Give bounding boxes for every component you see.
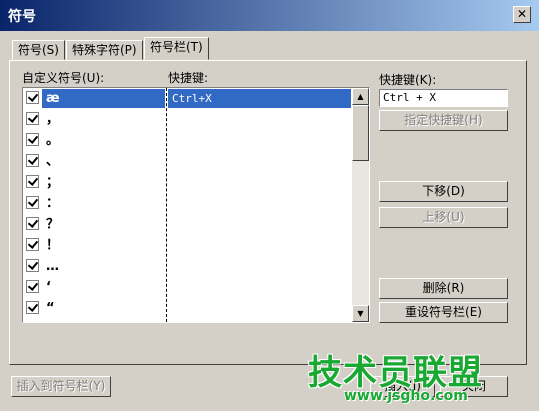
symbol-list[interactable]: æ Ctrl+X ， 。、 ； ： ？ ！ … ‘ “ ▲ ▼ xyxy=(22,87,370,323)
checkbox[interactable] xyxy=(26,91,39,104)
symbol-row[interactable]: ？ xyxy=(23,214,351,235)
checkbox[interactable] xyxy=(26,217,39,230)
symbol-cell: ！ xyxy=(46,238,60,253)
symbol-cell: ： xyxy=(46,196,60,211)
checkbox[interactable] xyxy=(26,259,39,272)
shortcut-cell xyxy=(168,236,351,255)
symbol-cell: 。 xyxy=(46,133,60,148)
checkbox[interactable] xyxy=(26,280,39,293)
title-bar: 符号 ✕ xyxy=(0,0,539,31)
symbol-cell: “ xyxy=(46,301,55,316)
symbol-row[interactable]: ！ xyxy=(23,235,351,256)
shortcut-cell xyxy=(168,152,351,171)
shortcut-cell xyxy=(168,110,351,129)
shortcut-cell xyxy=(168,278,351,297)
symbol-row[interactable]: ‘ xyxy=(23,277,351,298)
tab-symbols[interactable]: 符号(S) xyxy=(12,40,65,60)
delete-button[interactable]: 删除(R) xyxy=(379,278,508,299)
symbol-cell: æ xyxy=(42,89,165,108)
checkbox[interactable] xyxy=(26,196,39,209)
symbol-cell: ， xyxy=(46,112,60,127)
window-title: 符号 xyxy=(8,9,36,25)
assign-shortcut-button[interactable]: 指定快捷键(H) xyxy=(379,110,508,131)
shortcut-cell: Ctrl+X xyxy=(168,89,351,108)
tab-special-characters[interactable]: 特殊字符(P) xyxy=(66,40,143,60)
symbol-row[interactable]: “ xyxy=(23,298,351,319)
insert-to-symbol-bar-button[interactable]: 插入到符号栏(Y) xyxy=(11,376,111,397)
watermark-logo: 技术员联盟 www.jsgho.com xyxy=(308,345,508,407)
close-icon[interactable]: ✕ xyxy=(513,6,531,23)
vertical-scrollbar[interactable]: ▲ ▼ xyxy=(352,88,369,322)
shortcut-cell xyxy=(168,257,351,276)
symbol-row[interactable]: 、 xyxy=(23,151,351,172)
symbol-cell: 、 xyxy=(46,154,60,169)
checkbox[interactable] xyxy=(26,133,39,146)
shortcut-key-input[interactable]: Ctrl + X xyxy=(379,89,508,107)
checkbox[interactable] xyxy=(26,112,39,125)
symbol-cell: … xyxy=(46,259,59,274)
move-up-button[interactable]: 上移(U) xyxy=(379,207,508,228)
shortcut-cell xyxy=(168,194,351,213)
symbol-row[interactable]: 。 xyxy=(23,130,351,151)
symbol-cell: ‘ xyxy=(46,280,51,295)
checkbox[interactable] xyxy=(26,301,39,314)
watermark-text: 技术员联盟 xyxy=(308,353,483,393)
shortcut-cell xyxy=(168,299,351,318)
checkbox[interactable] xyxy=(26,154,39,167)
symbol-row[interactable]: ： xyxy=(23,193,351,214)
shortcut-key-label: 快捷键(K): xyxy=(379,73,437,87)
scroll-up-icon[interactable]: ▲ xyxy=(352,88,369,105)
scroll-down-icon[interactable]: ▼ xyxy=(352,305,369,322)
reset-symbol-bar-button[interactable]: 重设符号栏(E) xyxy=(379,302,508,323)
symbol-row[interactable]: æ Ctrl+X xyxy=(23,88,351,109)
shortcut-cell xyxy=(168,173,351,192)
watermark-url: www.jsgho.com xyxy=(344,388,468,404)
symbol-cell: ； xyxy=(46,175,60,190)
symbol-cell: ？ xyxy=(46,217,60,232)
shortcut-cell xyxy=(168,131,351,150)
symbol-row[interactable]: ； xyxy=(23,172,351,193)
tab-symbol-bar[interactable]: 符号栏(T) xyxy=(144,37,209,60)
custom-symbol-header: 自定义符号(U): xyxy=(22,71,105,85)
symbol-row[interactable]: … xyxy=(23,256,351,277)
checkbox[interactable] xyxy=(26,175,39,188)
shortcut-cell xyxy=(168,215,351,234)
checkbox[interactable] xyxy=(26,238,39,251)
scroll-thumb[interactable] xyxy=(352,105,369,161)
symbol-row[interactable]: ， xyxy=(23,109,351,130)
move-down-button[interactable]: 下移(D) xyxy=(379,181,508,202)
shortcut-column-header: 快捷键: xyxy=(168,71,209,85)
